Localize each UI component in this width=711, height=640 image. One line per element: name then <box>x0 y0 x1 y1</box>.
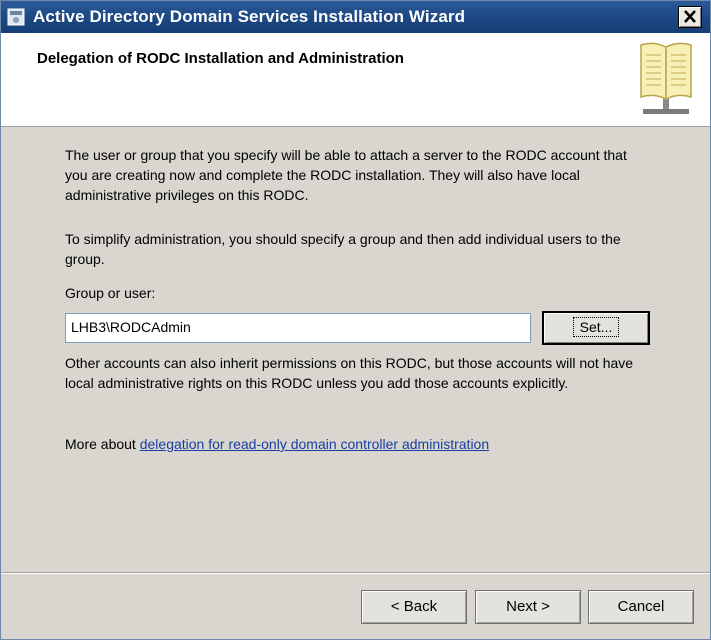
set-button-label: Set... <box>572 317 620 337</box>
window-title: Active Directory Domain Services Install… <box>33 7 466 26</box>
group-or-user-field[interactable]: LHB3\RODCAdmin <box>65 313 531 343</box>
back-button[interactable]: < Back <box>361 590 467 624</box>
close-icon <box>684 10 696 23</box>
title-bar[interactable]: Active Directory Domain Services Install… <box>1 1 710 33</box>
delegation-help-link[interactable]: delegation for read-only domain controll… <box>140 436 489 452</box>
footer-separator <box>1 572 710 574</box>
set-button[interactable]: Set... <box>542 311 650 345</box>
book-icon <box>640 42 692 114</box>
close-button[interactable] <box>678 6 702 28</box>
app-icon <box>7 8 25 26</box>
cancel-button[interactable]: Cancel <box>588 590 694 624</box>
recommendation-paragraph: To simplify administration, you should s… <box>65 231 621 267</box>
group-or-user-label: Group or user: <box>65 285 156 301</box>
more-info-line: More about delegation for read-only doma… <box>65 436 489 452</box>
wizard-window: Active Directory Domain Services Install… <box>0 0 711 640</box>
next-button[interactable]: Next > <box>475 590 581 624</box>
description-paragraph: The user or group that you specify will … <box>65 147 627 203</box>
wizard-header: Delegation of RODC Installation and Admi… <box>1 33 710 127</box>
inheritance-note: Other accounts can also inherit permissi… <box>65 355 634 391</box>
more-info-prefix: More about <box>65 436 140 452</box>
page-heading: Delegation of RODC Installation and Admi… <box>37 50 404 67</box>
